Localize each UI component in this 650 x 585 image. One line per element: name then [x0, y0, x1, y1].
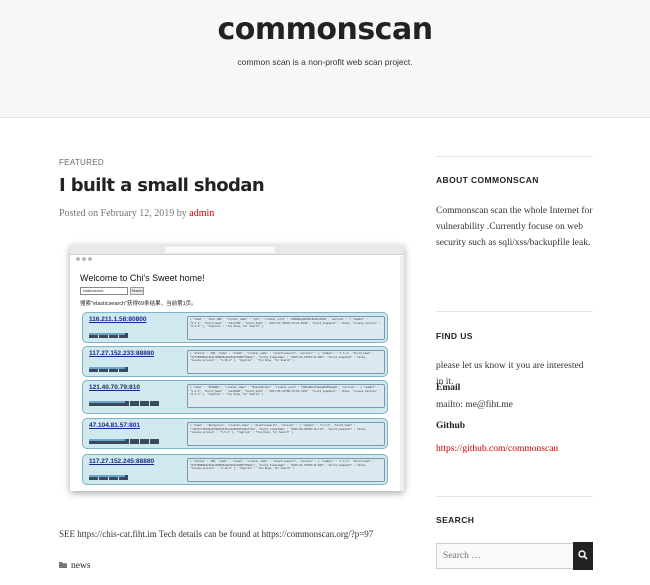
screenshot-heading: Welcome to Chi's Sweet home!: [80, 273, 205, 283]
folder-icon: [59, 562, 67, 568]
result-json: { "name" : "tech-108", "cluster_name" : …: [187, 316, 385, 340]
post-title[interactable]: I built a small shodan: [59, 175, 265, 196]
search-input[interactable]: [436, 543, 574, 569]
result-ip: 121.40.70.79:810: [89, 384, 140, 391]
result-tags: [89, 393, 160, 406]
result-date: [89, 333, 125, 335]
category-link-news[interactable]: news: [71, 561, 91, 571]
post-meta: Posted on February 12, 2019 by admin: [59, 208, 214, 219]
result-date: [89, 401, 125, 403]
by-text: by: [176, 208, 187, 219]
post-date-link[interactable]: February 12, 2019: [101, 208, 175, 219]
screenshot-search-field: elasticsearch: [80, 287, 128, 295]
featured-label: FEATURED: [59, 158, 104, 167]
search-heading: SEARCH: [436, 515, 475, 525]
result-ip: 117.27.152.233:88880: [89, 350, 155, 357]
post-screenshot-image: Welcome to Chi's Sweet home! elasticsear…: [70, 245, 404, 491]
screenshot-search-button: Search: [130, 287, 144, 295]
result-json: { "name" : "Peregrine", "cluster_name" :…: [187, 422, 385, 446]
result-tags: [89, 431, 160, 444]
result-card: 121.40.70.79:810 { "name" : "83A8MCi", "…: [82, 380, 388, 414]
site-header: commonscan common scan is a non-profit w…: [0, 0, 650, 118]
search-button[interactable]: [573, 542, 593, 570]
browser-toolbar: [70, 245, 404, 261]
window-controls-icon: [76, 248, 96, 261]
widget-divider: [436, 311, 593, 312]
address-bar: [165, 247, 275, 253]
result-date: [89, 439, 125, 441]
post-category: news: [59, 561, 91, 571]
post-body-text: SEE https://chis-cat.fiht.im Tech detail…: [59, 529, 374, 539]
result-json: { "status" : 200, "name" : "node1", "clu…: [187, 350, 385, 374]
result-tags: [89, 325, 129, 338]
result-ip: 117.27.152.245:88880: [89, 458, 155, 465]
github-label: Github: [436, 421, 466, 431]
result-json: { "status" : 200, "name" : "node1", "clu…: [187, 458, 385, 482]
email-value: mailto: me@fiht.me: [436, 400, 513, 410]
screenshot-result-info: 搜索"elasticsearch"获得69条结果，当前第1页。: [80, 301, 197, 307]
result-date: [89, 475, 125, 477]
search-icon: [578, 550, 588, 560]
result-card: 117.27.152.245:88880 { "status" : 200, "…: [82, 454, 388, 485]
about-heading: ABOUT COMMONSCAN: [436, 175, 539, 185]
result-ip: 47.104.81.57:801: [89, 422, 140, 429]
screenshot-scrollbar: [400, 256, 404, 491]
result-tags: [89, 359, 129, 372]
result-json: { "name" : "83A8MCi", "cluster_name" : "…: [187, 384, 385, 408]
posted-on-text: Posted on: [59, 208, 99, 219]
widget-divider: [436, 496, 593, 497]
email-label: Email: [436, 383, 461, 393]
result-tags: [89, 467, 129, 480]
about-text: Commonscan scan the whole Internet for v…: [436, 206, 593, 248]
find-us-heading: FIND US: [436, 331, 473, 341]
github-link[interactable]: https://github.com/commonscan: [436, 444, 558, 454]
result-card: 117.27.152.233:88880 { "status" : 200, "…: [82, 346, 388, 377]
result-ip: 116.211.1.58:80800: [89, 316, 147, 323]
site-description: common scan is a non-profit web scan pro…: [237, 57, 413, 67]
author-link[interactable]: admin: [189, 208, 214, 219]
widget-divider: [436, 156, 593, 157]
result-card: 47.104.81.57:801 { "name" : "Peregrine",…: [82, 418, 388, 449]
result-card: 116.211.1.58:80800 { "name" : "tech-108"…: [82, 312, 388, 343]
site-title[interactable]: commonscan: [0, 12, 650, 47]
result-date: [89, 367, 125, 369]
